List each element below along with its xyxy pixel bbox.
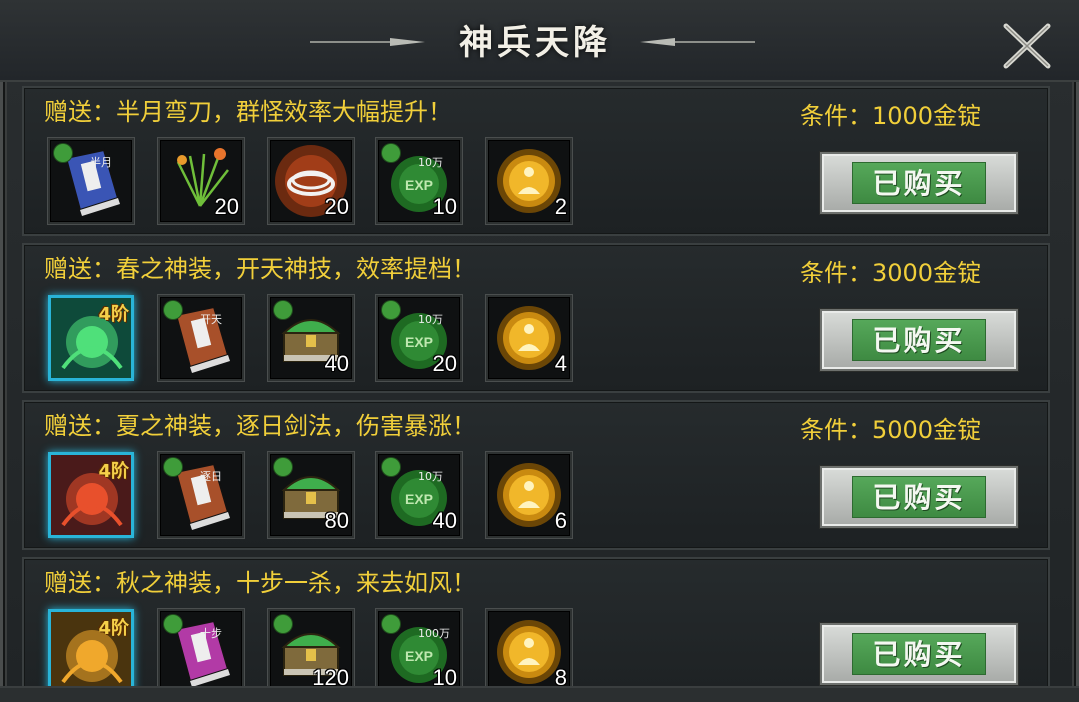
item-count: 80 (324, 508, 349, 533)
item-slot[interactable]: 20 (158, 138, 244, 224)
item-count: 10 (432, 194, 457, 219)
item-slot[interactable]: EXP 100万 10 (376, 609, 462, 686)
item-count: 120 (312, 665, 349, 686)
item-slot[interactable]: EXP 10万 10 (376, 138, 462, 224)
bought-button-label: 已购买 (852, 476, 986, 518)
item-slot[interactable]: 逐日 (158, 452, 244, 538)
reward-description: 赠送：秋之神装，十步一杀，来去如风！ (44, 569, 476, 597)
bound-indicator-icon (382, 458, 400, 476)
title-ornament-right (640, 38, 755, 46)
item-count: 8 (554, 665, 567, 686)
bound-indicator-icon (164, 615, 182, 633)
reward-row: 赠送：春之神装，开天神技，效率提档！ 条件：3000金锭 4阶 开天 40 EXP… (22, 243, 1050, 393)
reward-description: 赠送：半月弯刀，群怪效率大幅提升！ (44, 98, 452, 126)
item-slot[interactable]: 十步 (158, 609, 244, 686)
title-bar: 神兵天降 (0, 0, 1079, 82)
reward-items: 4阶 逐日 80 EXP 10万 40 6 (48, 452, 608, 538)
bound-indicator-icon (382, 615, 400, 633)
close-button[interactable] (1000, 20, 1054, 72)
item-label: 开天 (200, 313, 222, 326)
reward-description: 赠送：夏之神装，逐日剑法，伤害暴涨！ (44, 412, 476, 440)
item-count: 10 (432, 665, 457, 686)
reward-items: 4阶 十步 120 EXP 100万 10 8 (48, 609, 608, 686)
item-slot[interactable]: EXP 10万 40 (376, 452, 462, 538)
item-slot[interactable]: 4阶 (48, 452, 134, 538)
item-slot[interactable]: 4 (486, 295, 572, 381)
item-slot[interactable]: 4阶 (48, 609, 134, 686)
item-count: 2 (554, 194, 567, 219)
purchase-condition: 条件：1000金锭 (800, 102, 982, 130)
close-icon (1003, 23, 1051, 69)
item-slot[interactable]: 120 (268, 609, 354, 686)
tier-badge: 4阶 (98, 618, 129, 639)
item-label: 10万 (418, 156, 443, 169)
title-ornament-left (310, 38, 425, 46)
bound-indicator-icon (164, 458, 182, 476)
bound-indicator-icon (382, 144, 400, 162)
item-slot[interactable]: 半月 (48, 138, 134, 224)
item-count: 20 (432, 351, 457, 376)
item-slot[interactable]: 80 (268, 452, 354, 538)
purchase-condition: 条件：3000金锭 (800, 259, 982, 287)
tier-badge: 4阶 (98, 304, 129, 325)
purchase-condition: 条件：5000金锭 (800, 416, 982, 444)
item-label: 10万 (418, 470, 443, 483)
item-slot[interactable]: EXP 10万 20 (376, 295, 462, 381)
reward-row: 赠送：秋之神装，十步一杀，来去如风！ 4阶 十步 120 EXP 100万 10 (22, 557, 1050, 686)
bottom-scroll-bar (0, 686, 1079, 702)
bound-indicator-icon (274, 458, 292, 476)
svg-text:EXP: EXP (405, 491, 433, 507)
item-count: 4 (554, 351, 567, 376)
item-slot[interactable]: 2 (486, 138, 572, 224)
bound-indicator-icon (164, 301, 182, 319)
reward-items: 半月 20 20 EXP 10万 10 2 (48, 138, 608, 224)
bought-button-label: 已购买 (852, 162, 986, 204)
bought-button-label: 已购买 (852, 319, 986, 361)
item-slot[interactable]: 开天 (158, 295, 244, 381)
bound-indicator-icon (382, 301, 400, 319)
item-label: 逐日 (200, 470, 222, 483)
item-count: 6 (554, 508, 567, 533)
reward-row: 赠送：半月弯刀，群怪效率大幅提升！ 条件：1000金锭 半月 20 20 EXP 1… (22, 86, 1050, 236)
item-slot[interactable]: 20 (268, 138, 354, 224)
reward-description: 赠送：春之神装，开天神技，效率提档！ (44, 255, 476, 283)
item-count: 40 (324, 351, 349, 376)
bought-button[interactable]: 已购买 (820, 152, 1018, 214)
bound-indicator-icon (274, 615, 292, 633)
reward-row: 赠送：夏之神装，逐日剑法，伤害暴涨！ 条件：5000金锭 4阶 逐日 80 EXP… (22, 400, 1050, 550)
item-count: 20 (324, 194, 349, 219)
svg-text:EXP: EXP (405, 177, 433, 193)
item-slot[interactable]: 6 (486, 452, 572, 538)
item-label: 十步 (200, 627, 222, 640)
item-slot[interactable]: 4阶 (48, 295, 134, 381)
tier-badge: 4阶 (98, 461, 129, 482)
item-label: 10万 (418, 313, 443, 326)
bought-button[interactable]: 已购买 (820, 309, 1018, 371)
reward-list[interactable]: 赠送：半月弯刀，群怪效率大幅提升！ 条件：1000金锭 半月 20 20 EXP 1… (22, 86, 1052, 686)
svg-text:EXP: EXP (405, 334, 433, 350)
svg-text:EXP: EXP (405, 648, 433, 664)
item-slot[interactable]: 40 (268, 295, 354, 381)
bought-button[interactable]: 已购买 (820, 623, 1018, 685)
bought-button-label: 已购买 (852, 633, 986, 675)
bound-indicator-icon (274, 301, 292, 319)
item-slot[interactable]: 8 (486, 609, 572, 686)
item-label: 100万 (418, 627, 450, 640)
item-label: 半月 (90, 156, 112, 169)
item-count: 20 (214, 194, 239, 219)
bound-indicator-icon (54, 144, 72, 162)
page-title: 神兵天降 (459, 23, 611, 63)
item-count: 40 (432, 508, 457, 533)
bought-button[interactable]: 已购买 (820, 466, 1018, 528)
reward-items: 4阶 开天 40 EXP 10万 20 4 (48, 295, 608, 381)
